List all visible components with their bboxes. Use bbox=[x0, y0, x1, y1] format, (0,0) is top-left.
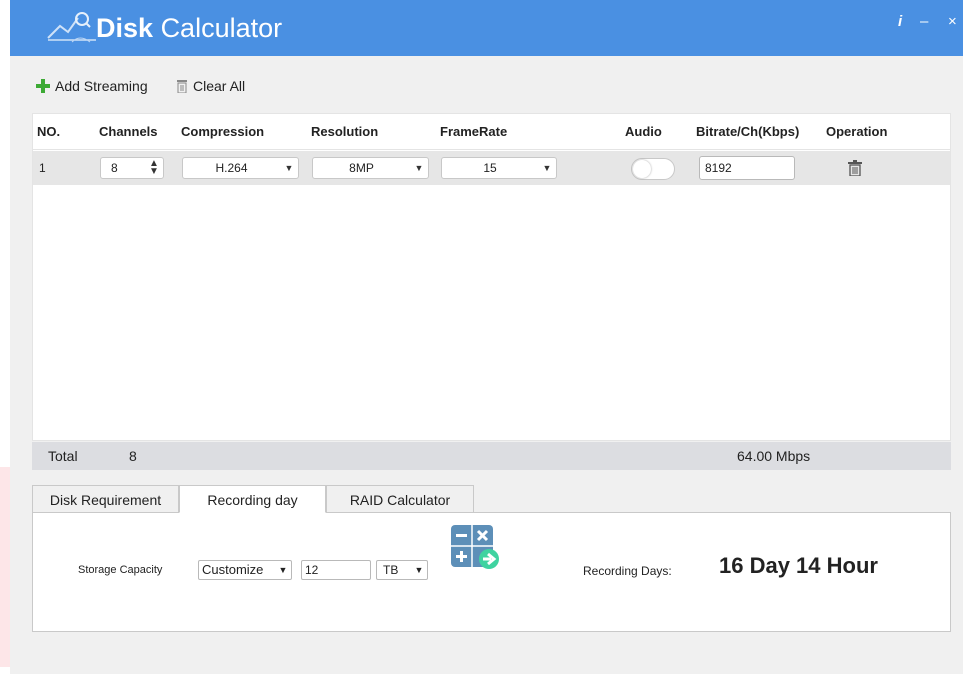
trash-icon bbox=[177, 80, 187, 93]
app-title: Disk Calculator bbox=[96, 8, 282, 48]
chevron-down-icon: ▼ bbox=[414, 565, 424, 575]
add-streaming-button[interactable]: Add Streaming bbox=[36, 78, 148, 94]
capacity-mode-select[interactable]: Customize ▼ bbox=[198, 560, 292, 580]
info-icon[interactable]: i bbox=[898, 12, 902, 32]
app-title-bold: Disk bbox=[96, 13, 154, 43]
close-icon[interactable]: × bbox=[948, 12, 957, 32]
chevron-down-icon: ▼ bbox=[278, 565, 288, 575]
app-title-light: Calculator bbox=[160, 13, 283, 43]
table-header: NO. Channels Compression Resolution Fram… bbox=[33, 114, 950, 150]
header-bitrate: Bitrate/Ch(Kbps) bbox=[696, 124, 800, 139]
tab-disk-requirement[interactable]: Disk Requirement bbox=[32, 485, 179, 513]
header-resolution: Resolution bbox=[311, 124, 379, 139]
streaming-table: NO. Channels Compression Resolution Fram… bbox=[32, 113, 951, 441]
capacity-mode-value: Customize bbox=[202, 562, 264, 577]
capacity-unit-select[interactable]: TB ▼ bbox=[376, 560, 428, 580]
calculate-icon[interactable] bbox=[451, 525, 501, 571]
app-logo-icon bbox=[47, 12, 96, 43]
toggle-knob bbox=[633, 160, 651, 178]
recording-days-label: Recording Days: bbox=[583, 564, 672, 578]
tab-recording-day[interactable]: Recording day bbox=[179, 485, 326, 513]
capacity-input[interactable]: 12 bbox=[301, 560, 371, 580]
capacity-value: 12 bbox=[305, 563, 319, 577]
recording-day-panel: Storage Capacity Customize ▼ 12 TB ▼ Rec… bbox=[32, 512, 951, 632]
app-window: Disk Calculator i – × Add Streaming Clea… bbox=[10, 0, 963, 674]
capacity-unit-value: TB bbox=[383, 563, 399, 577]
header-audio: Audio bbox=[625, 124, 662, 139]
total-bar: Total 8 64.00 Mbps bbox=[32, 442, 951, 470]
compression-select[interactable]: H.264 ▼ bbox=[182, 157, 299, 179]
resolution-select[interactable]: 8MP ▼ bbox=[312, 157, 429, 179]
header-framerate: FrameRate bbox=[440, 124, 508, 139]
spin-arrows-icon[interactable]: ▲ ▼ bbox=[145, 159, 163, 177]
header-no: NO. bbox=[37, 124, 61, 139]
clear-all-label: Clear All bbox=[193, 78, 246, 94]
chevron-down-icon: ▼ bbox=[414, 163, 424, 173]
tab-raid-calculator[interactable]: RAID Calculator bbox=[326, 485, 474, 513]
add-streaming-label: Add Streaming bbox=[55, 78, 148, 94]
header-channels: Channels bbox=[99, 124, 158, 139]
tab-bar: Disk Requirement Recording day RAID Calc… bbox=[32, 485, 951, 513]
minimize-icon[interactable]: – bbox=[920, 12, 928, 32]
chevron-down-icon: ▼ bbox=[542, 163, 552, 173]
header-compression: Compression bbox=[181, 124, 265, 139]
table-row: 1 8 ▲ ▼ H.264 ▼ 8MP ▼ 15 ▼ 8192 bbox=[33, 151, 950, 185]
chevron-down-icon: ▼ bbox=[284, 163, 294, 173]
row-number: 1 bbox=[39, 161, 46, 175]
clear-all-button[interactable]: Clear All bbox=[176, 78, 245, 94]
delete-row-icon[interactable] bbox=[848, 160, 862, 176]
total-channels: 8 bbox=[129, 448, 137, 464]
total-bandwidth: 64.00 Mbps bbox=[737, 448, 811, 464]
resolution-value: 8MP bbox=[349, 161, 374, 175]
channels-value: 8 bbox=[111, 161, 118, 175]
bitrate-input[interactable]: 8192 bbox=[699, 156, 795, 180]
storage-capacity-label: Storage Capacity bbox=[78, 564, 163, 576]
framerate-select[interactable]: 15 ▼ bbox=[441, 157, 557, 179]
header-operation: Operation bbox=[826, 124, 888, 139]
audio-toggle[interactable] bbox=[631, 158, 675, 180]
framerate-value: 15 bbox=[483, 161, 497, 175]
compression-value: H.264 bbox=[215, 161, 248, 175]
plus-icon bbox=[36, 79, 50, 93]
left-margin bbox=[0, 0, 10, 674]
total-label: Total bbox=[48, 448, 78, 464]
channels-stepper[interactable]: 8 ▲ ▼ bbox=[100, 157, 164, 179]
title-bar: Disk Calculator i – × bbox=[10, 0, 963, 56]
left-edge-highlight bbox=[0, 467, 10, 667]
recording-days-value: 16 Day 14 Hour bbox=[719, 553, 878, 578]
